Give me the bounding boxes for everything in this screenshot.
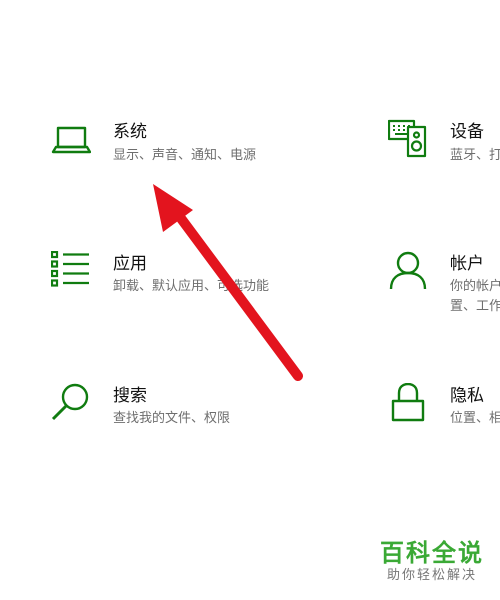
watermark-logo: 百科全说 助你轻松解决 [380, 538, 484, 584]
keyboard-speaker-icon [388, 118, 428, 158]
tile-description: 位置、相 [450, 411, 500, 426]
tile-description-line2: 置、工作 [450, 299, 500, 314]
tile-description: 显示、声音、通知、电源 [113, 148, 257, 163]
watermark-subtitle: 助你轻松解决 [386, 568, 477, 583]
tile-description: 卸载、默认应用、可选功能 [113, 279, 270, 294]
person-icon [388, 251, 428, 291]
tile-title: 系统 [113, 122, 147, 142]
magnifier-icon [51, 383, 91, 423]
list-icon [51, 251, 91, 291]
laptop-icon [51, 121, 91, 161]
tile-title: 搜索 [113, 386, 147, 406]
tile-title: 应用 [113, 254, 147, 274]
tile-description: 蓝牙、打 [450, 148, 500, 163]
red-arrow [153, 184, 303, 381]
tile-description: 查找我的文件、权限 [113, 411, 231, 426]
tile-title: 帐户 [450, 254, 484, 274]
tile-title: 设备 [450, 122, 484, 142]
watermark-title: 百科全说 [380, 539, 484, 567]
tile-title: 隐私 [450, 386, 484, 406]
tile-description: 你的帐户 [450, 279, 500, 294]
lock-icon [388, 383, 428, 423]
